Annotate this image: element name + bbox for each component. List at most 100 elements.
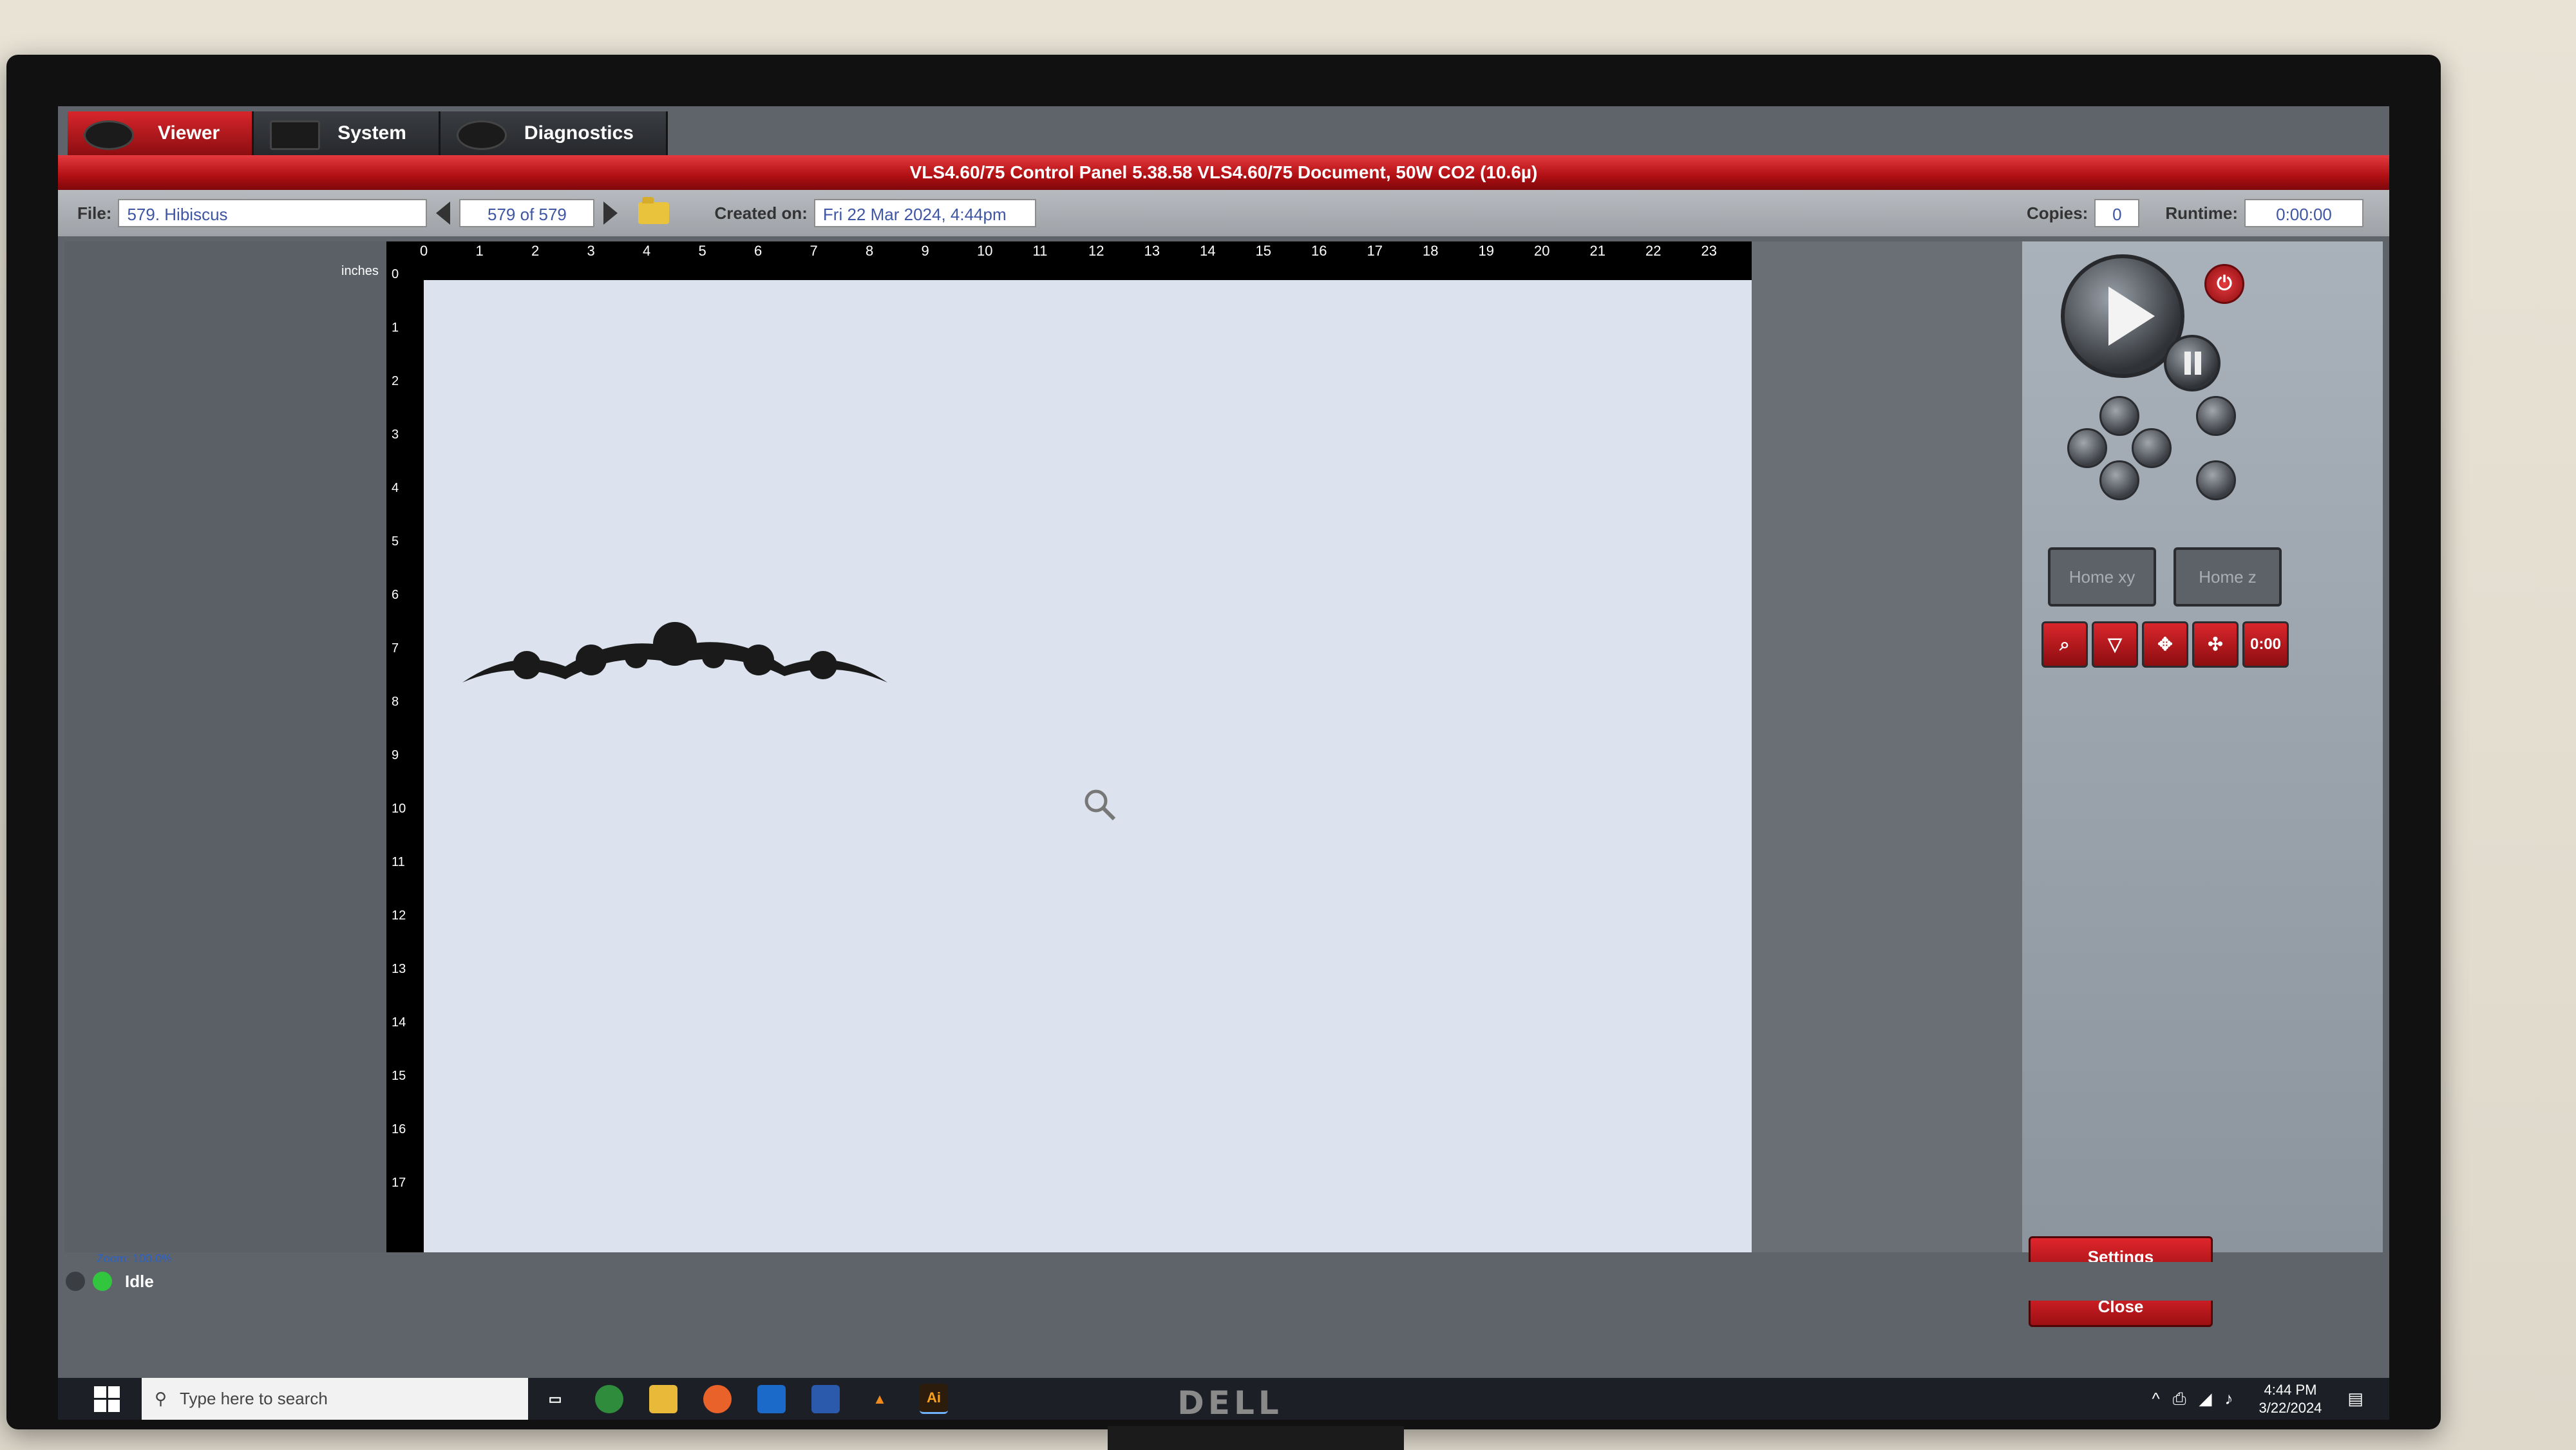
ruler-left-tick: 3 [392, 428, 399, 442]
ruler-left-tick: 2 [392, 374, 399, 388]
z-down-button[interactable] [2196, 460, 2236, 500]
tab-system-label: System [337, 122, 406, 144]
tab-viewer[interactable]: Viewer [68, 111, 254, 155]
printer-icon[interactable]: ⎙ [2173, 1389, 2186, 1409]
tab-system[interactable]: System [254, 111, 440, 155]
runtime-field: 0:00:00 [2244, 199, 2363, 227]
clock[interactable]: 4:44 PM 3/22/2024 [2259, 1381, 2322, 1417]
zoom-cursor-icon [1084, 789, 1116, 821]
created-value: Fri 22 Mar 2024, 4:44pm [813, 199, 1036, 227]
word-icon[interactable] [811, 1384, 840, 1413]
firefox-icon[interactable] [703, 1384, 732, 1413]
jog-up-button[interactable] [2099, 396, 2139, 436]
folder-icon[interactable] [638, 197, 670, 224]
ruler-left-tick: 1 [392, 321, 399, 335]
timer-tool-icon[interactable]: 0:00 [2242, 621, 2289, 668]
jog-down-button[interactable] [2099, 460, 2139, 500]
system-icon [270, 120, 321, 150]
home-xy-button[interactable]: Home xy [2048, 547, 2156, 607]
laser-bed-canvas[interactable] [424, 280, 1752, 1252]
ruler-left-tick: 16 [392, 1122, 406, 1136]
jog-right-button[interactable] [2132, 428, 2172, 468]
ruler-left-tick: 8 [392, 695, 399, 709]
home-z-button[interactable]: Home z [2174, 547, 2282, 607]
dell-logo: DELL [1177, 1384, 1283, 1422]
chevron-up-icon[interactable]: ^ [2152, 1389, 2160, 1409]
move-tool-icon[interactable]: ✥ [2142, 621, 2188, 668]
next-arrow-icon[interactable] [603, 202, 618, 225]
ruler-left-tick: 9 [392, 748, 399, 762]
ruler-top-tick: 17 [1367, 243, 1383, 259]
ruler-left-tick: 14 [392, 1015, 406, 1030]
search-icon: ⚲ [155, 1389, 167, 1408]
ruler-top-tick: 18 [1423, 243, 1439, 259]
ruler-left: 0 1 2 3 4 5 6 7 8 9 10 11 12 13 14 15 16 17 [386, 267, 424, 1252]
created-label: Created on: [714, 203, 808, 223]
file-bar: File: 579. Hibiscus 579 of 579 Created o… [58, 190, 2389, 236]
page-indicator: 579 of 579 [459, 199, 595, 227]
tab-diagnostics[interactable]: Diagnostics [440, 111, 668, 155]
ruler-left-tick: 13 [392, 962, 406, 976]
ruler-top-tick: 7 [810, 243, 818, 259]
app-tabs: Viewer System Diagnostics [68, 111, 668, 155]
notification-icon[interactable]: ▤ [2347, 1389, 2363, 1409]
clock-date: 3/22/2024 [2259, 1399, 2322, 1416]
runtime-label: Runtime: [2165, 203, 2238, 223]
z-up-button[interactable] [2196, 396, 2236, 436]
focus-tool-icon[interactable]: ▽ [2092, 621, 2138, 668]
copies-label: Copies: [2026, 203, 2088, 223]
ruler-left-tick: 15 [392, 1069, 406, 1083]
ruler-top-tick: 0 [420, 243, 428, 259]
ruler-unit: inches [341, 264, 379, 278]
file-select[interactable]: 579. Hibiscus [118, 199, 428, 227]
ruler-top-tick: 2 [531, 243, 540, 259]
tab-viewer-label: Viewer [158, 122, 220, 144]
ruler-top-tick: 20 [1534, 243, 1550, 259]
status-bar: Idle [58, 1262, 2389, 1301]
ruler-top-tick: 15 [1255, 243, 1271, 259]
network-icon[interactable]: ◢ [2199, 1389, 2212, 1409]
prev-arrow-icon[interactable] [436, 202, 451, 225]
status-indicator-on-icon [93, 1272, 112, 1291]
chrome-icon[interactable] [595, 1384, 623, 1413]
ruler-left-tick: 11 [392, 855, 405, 869]
screen: Viewer System Diagnostics VLS4.60/75 Con… [58, 106, 2389, 1420]
file-explorer-icon[interactable] [649, 1384, 677, 1413]
ruler-left-tick: 4 [392, 481, 399, 495]
ruler-top-tick: 13 [1144, 243, 1160, 259]
task-view-icon[interactable]: ▭ [541, 1385, 569, 1413]
hibiscus-artwork [462, 622, 887, 683]
status-indicator-off-icon [66, 1272, 85, 1291]
zoom-tool-icon[interactable]: ⌕ [2041, 621, 2088, 668]
status-text: Idle [125, 1271, 154, 1291]
power-icon[interactable]: ⏻ [2204, 264, 2244, 304]
ruler-top-tick: 9 [921, 243, 929, 259]
ruler-top-tick: 14 [1200, 243, 1216, 259]
tab-diagnostics-label: Diagnostics [524, 122, 634, 144]
monitor-bezel: Viewer System Diagnostics VLS4.60/75 Con… [6, 55, 2441, 1429]
vlc-icon[interactable]: ▲ [866, 1385, 894, 1413]
ruler-left-tick: 10 [392, 802, 406, 816]
illustrator-icon[interactable]: Ai [920, 1384, 948, 1414]
ruler-top-tick: 12 [1088, 243, 1104, 259]
volume-icon[interactable]: ♪ [2225, 1389, 2233, 1409]
ruler-left-tick: 0 [392, 267, 399, 281]
outlook-icon[interactable] [757, 1384, 786, 1413]
windows-start-icon[interactable] [94, 1386, 120, 1412]
pause-button[interactable] [2164, 335, 2221, 391]
ruler-top: 0 1 2 3 4 5 6 7 8 9 10 11 12 13 14 15 16 17 18 19 20 21 22 23 [386, 241, 1752, 280]
ruler-top-tick: 4 [643, 243, 651, 259]
ruler-top-tick: 22 [1645, 243, 1662, 259]
ruler-left-tick: 5 [392, 534, 399, 549]
ruler-top-tick: 8 [866, 243, 874, 259]
ruler-left-tick: 12 [392, 909, 406, 923]
ruler-top-tick: 19 [1478, 243, 1494, 259]
eye-icon [84, 120, 134, 150]
taskbar-search[interactable]: ⚲ Type here to search [142, 1378, 528, 1420]
diagnostics-icon [456, 120, 507, 150]
ruler-top-tick: 5 [698, 243, 706, 259]
jog-left-button[interactable] [2067, 428, 2107, 468]
relocate-tool-icon[interactable]: ✣ [2192, 621, 2239, 668]
ruler-left-tick: 7 [392, 641, 399, 655]
copies-field[interactable]: 0 [2094, 199, 2140, 227]
